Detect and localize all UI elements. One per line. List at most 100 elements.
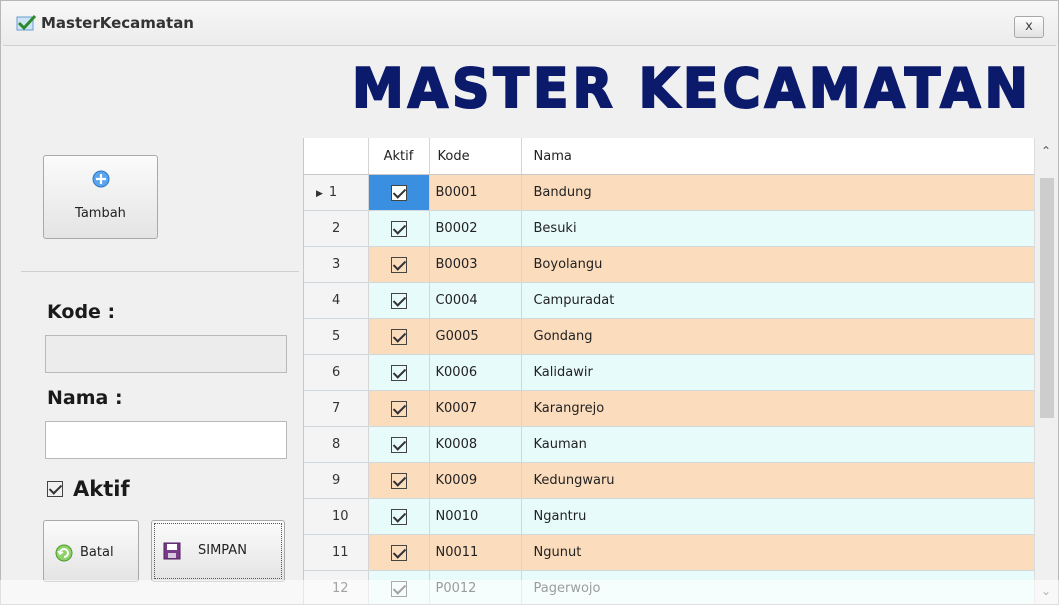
table-row[interactable]: 8 K0008 Kauman [304,426,1036,463]
column-header-nama[interactable]: Nama [521,138,1036,175]
aktif-check-icon[interactable] [390,544,407,561]
aktif-check-icon[interactable] [390,220,407,237]
kecamatan-grid[interactable]: Aktif Kode Nama ▶ 1 B0001 Bandung 2 B0002 Besu… [303,138,1058,604]
table-row[interactable]: ▶ 1 B0001 Bandung [304,174,1036,211]
aktif-cell[interactable] [368,534,430,571]
aktif-check-icon[interactable] [390,364,407,381]
table-row[interactable]: 4 C0004 Campuradat [304,282,1036,319]
nama-cell[interactable]: Gondang [521,318,1036,355]
save-button[interactable]: SIMPAN [151,520,285,582]
add-button[interactable]: Tambah [43,155,158,239]
nama-field[interactable] [45,421,287,459]
kode-cell[interactable]: C0004 [429,282,522,319]
nama-cell[interactable]: Besuki [521,210,1036,247]
table-row[interactable]: 2 B0002 Besuki [304,210,1036,247]
title-bar: MasterKecamatan x [1,1,1058,45]
aktif-cell[interactable] [368,282,430,319]
scrollbar-thumb[interactable] [1040,178,1054,418]
row-number[interactable]: 5 [304,318,369,355]
row-number[interactable]: 3 [304,246,369,283]
nama-cell[interactable]: Kauman [521,426,1036,463]
aktif-check-icon[interactable] [390,436,407,453]
kode-cell[interactable]: B0001 [429,174,522,211]
row-number[interactable]: 2 [304,210,369,247]
vertical-scrollbar[interactable]: ⌃ ⌄ [1034,138,1058,604]
row-number[interactable]: 8 [304,426,369,463]
bottom-overlay [0,580,1059,605]
nama-cell[interactable]: Ngunut [521,534,1036,571]
nama-cell[interactable]: Boyolangu [521,246,1036,283]
aktif-cell[interactable] [368,210,430,247]
page-banner: MASTER KECAMATAN [351,56,1032,121]
aktif-check-icon[interactable] [390,256,407,273]
nama-cell[interactable]: Campuradat [521,282,1036,319]
aktif-cell[interactable] [368,318,430,355]
row-number-label: 1 [328,185,338,200]
row-number[interactable]: 11 [304,534,369,571]
nama-cell[interactable]: Bandung [521,174,1036,211]
cancel-button-label: Batal [80,545,114,560]
aktif-checkbox-box[interactable] [47,481,63,497]
aktif-checkbox-label: Aktif [73,477,130,501]
checkmark-app-icon [15,14,37,32]
aktif-cell[interactable] [368,462,430,499]
kode-label: Kode : [47,301,116,323]
nama-cell[interactable]: Karangrejo [521,390,1036,427]
aktif-check-icon[interactable] [390,472,407,489]
aktif-check-icon[interactable] [390,508,407,525]
window-title: MasterKecamatan [41,14,194,32]
kode-cell[interactable]: K0008 [429,426,522,463]
aktif-cell[interactable] [368,426,430,463]
kecamatan-table: Aktif Kode Nama ▶ 1 B0001 Bandung 2 B0002 Besu… [304,138,1036,604]
row-number[interactable]: 6 [304,354,369,391]
table-row[interactable]: 5 G0005 Gondang [304,318,1036,355]
row-number[interactable]: 4 [304,282,369,319]
kode-cell[interactable]: B0002 [429,210,522,247]
table-header-row: Aktif Kode Nama [304,138,1036,175]
kode-cell[interactable]: N0011 [429,534,522,571]
current-row-arrow-icon: ▶ [316,189,323,199]
close-button[interactable]: x [1014,16,1044,38]
kode-cell[interactable]: K0009 [429,462,522,499]
table-row[interactable]: 7 K0007 Karangrejo [304,390,1036,427]
aktif-cell[interactable] [368,354,430,391]
column-header-aktif[interactable]: Aktif [368,138,430,175]
nama-label: Nama : [47,387,123,409]
row-number[interactable]: ▶ 1 [304,174,369,211]
aktif-check-icon[interactable] [390,184,407,201]
table-row[interactable]: 6 K0006 Kalidawir [304,354,1036,391]
cancel-button[interactable]: Batal [43,520,139,582]
nama-cell[interactable]: Kedungwaru [521,462,1036,499]
aktif-cell[interactable] [368,498,430,535]
kode-cell[interactable]: K0006 [429,354,522,391]
table-row[interactable]: 10 N0010 Ngantru [304,498,1036,535]
aktif-cell[interactable] [368,174,430,211]
row-number[interactable]: 9 [304,462,369,499]
kode-cell[interactable]: N0010 [429,498,522,535]
aktif-check-icon[interactable] [390,328,407,345]
table-row[interactable]: 3 B0003 Boyolangu [304,246,1036,283]
scroll-up-icon[interactable]: ⌃ [1041,144,1051,158]
save-button-label: SIMPAN [198,543,247,558]
left-panel-separator [21,271,299,272]
kode-cell[interactable]: G0005 [429,318,522,355]
table-row[interactable]: 9 K0009 Kedungwaru [304,462,1036,499]
master-kecamatan-window: MasterKecamatan x MASTER KECAMATAN Tamba… [0,0,1059,605]
floppy-disk-icon [162,541,182,565]
aktif-cell[interactable] [368,246,430,283]
add-circle-icon [92,170,110,192]
kode-cell[interactable]: B0003 [429,246,522,283]
refresh-icon [54,543,74,567]
nama-cell[interactable]: Ngantru [521,498,1036,535]
row-header-corner [304,138,369,175]
kode-cell[interactable]: K0007 [429,390,522,427]
table-row[interactable]: 11 N0011 Ngunut [304,534,1036,571]
column-header-kode[interactable]: Kode [429,138,522,175]
nama-cell[interactable]: Kalidawir [521,354,1036,391]
aktif-cell[interactable] [368,390,430,427]
row-number[interactable]: 7 [304,390,369,427]
kode-field[interactable] [45,335,287,373]
row-number[interactable]: 10 [304,498,369,535]
aktif-check-icon[interactable] [390,292,407,309]
aktif-check-icon[interactable] [390,400,407,417]
